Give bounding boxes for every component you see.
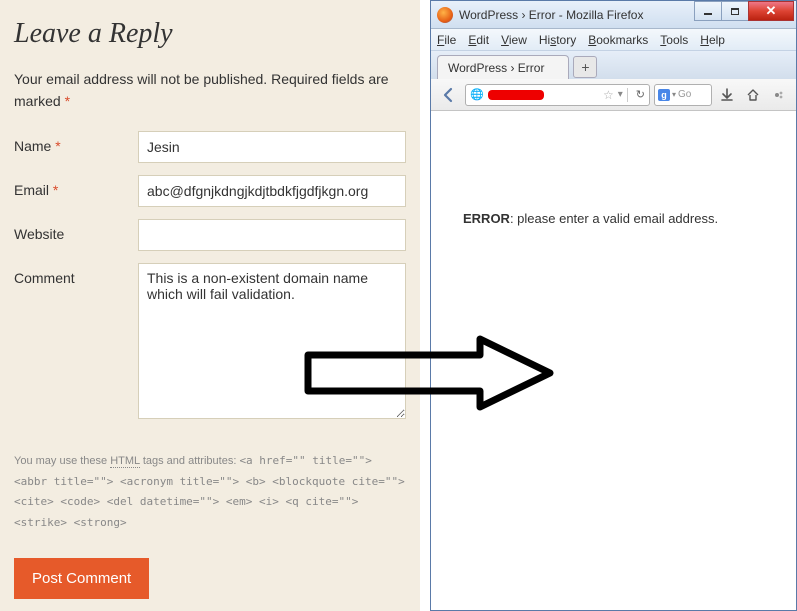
addon-icon[interactable] (768, 84, 790, 106)
required-asterisk: * (65, 93, 70, 109)
minimize-button[interactable] (694, 1, 722, 21)
name-label: Name * (14, 131, 138, 154)
html-abbr: HTML (110, 455, 140, 468)
search-placeholder: Go (678, 89, 691, 100)
website-row: Website (14, 219, 406, 251)
separator (627, 88, 628, 102)
tab-title: WordPress › Error (448, 61, 544, 75)
email-row: Email * (14, 175, 406, 207)
toolbar: 🌐 ☆ ▾ ↻ g ▾ Go (431, 79, 796, 111)
home-icon[interactable] (742, 84, 764, 106)
arrow-annotation (300, 335, 560, 415)
menu-bookmarks[interactable]: Bookmarks (588, 33, 648, 47)
menu-edit[interactable]: Edit (468, 33, 489, 47)
reply-heading: Leave a Reply (14, 18, 406, 50)
google-icon: g (658, 89, 670, 101)
reload-icon[interactable]: ↻ (636, 88, 645, 101)
new-tab-button[interactable]: + (573, 56, 597, 78)
menu-view[interactable]: View (501, 33, 527, 47)
error-body: : please enter a valid email address. (510, 211, 718, 226)
tab-active[interactable]: WordPress › Error (437, 55, 569, 79)
comment-form-panel: Leave a Reply Your email address will no… (0, 0, 420, 611)
error-message-box: ERROR: please enter a valid email addres… (431, 111, 796, 226)
titlebar[interactable]: WordPress › Error - Mozilla Firefox ✕ (431, 1, 796, 29)
window-controls: ✕ (695, 1, 794, 21)
maximize-button[interactable] (721, 1, 749, 21)
notice-text: Your email address will not be published… (14, 71, 389, 109)
menu-help[interactable]: Help (700, 33, 725, 47)
error-label: ERROR (463, 211, 510, 226)
menu-history[interactable]: History (539, 33, 576, 47)
email-label: Email * (14, 175, 138, 198)
globe-icon: 🌐 (470, 88, 484, 101)
tabbar: WordPress › Error + (431, 51, 796, 79)
bookmark-star-icon[interactable]: ☆ (603, 88, 614, 102)
name-input[interactable] (138, 131, 406, 163)
firefox-icon (437, 7, 453, 23)
search-bar[interactable]: g ▾ Go (654, 84, 712, 106)
error-text: ERROR: please enter a valid email addres… (463, 211, 776, 226)
form-notice: Your email address will not be published… (14, 68, 406, 113)
website-label: Website (14, 219, 138, 242)
menu-file[interactable]: File (437, 33, 456, 47)
allowed-tags-notice: You may use these HTML tags and attribut… (14, 451, 406, 534)
back-button[interactable] (437, 83, 461, 107)
name-row: Name * (14, 131, 406, 163)
menubar: File Edit View History Bookmarks Tools H… (431, 29, 796, 51)
comment-label: Comment (14, 263, 138, 286)
downloads-icon[interactable] (716, 84, 738, 106)
menu-tools[interactable]: Tools (660, 33, 688, 47)
dropdown-icon[interactable]: ▾ (618, 89, 623, 100)
close-button[interactable]: ✕ (748, 1, 794, 21)
window-frame: WordPress › Error - Mozilla Firefox ✕ Fi… (430, 0, 797, 611)
browser-window: WordPress › Error - Mozilla Firefox ✕ Fi… (430, 0, 797, 611)
post-comment-button[interactable]: Post Comment (14, 558, 149, 599)
url-redacted (488, 90, 544, 100)
website-input[interactable] (138, 219, 406, 251)
url-bar[interactable]: 🌐 ☆ ▾ ↻ (465, 84, 650, 106)
email-input[interactable] (138, 175, 406, 207)
search-dropdown-icon[interactable]: ▾ (672, 90, 676, 99)
